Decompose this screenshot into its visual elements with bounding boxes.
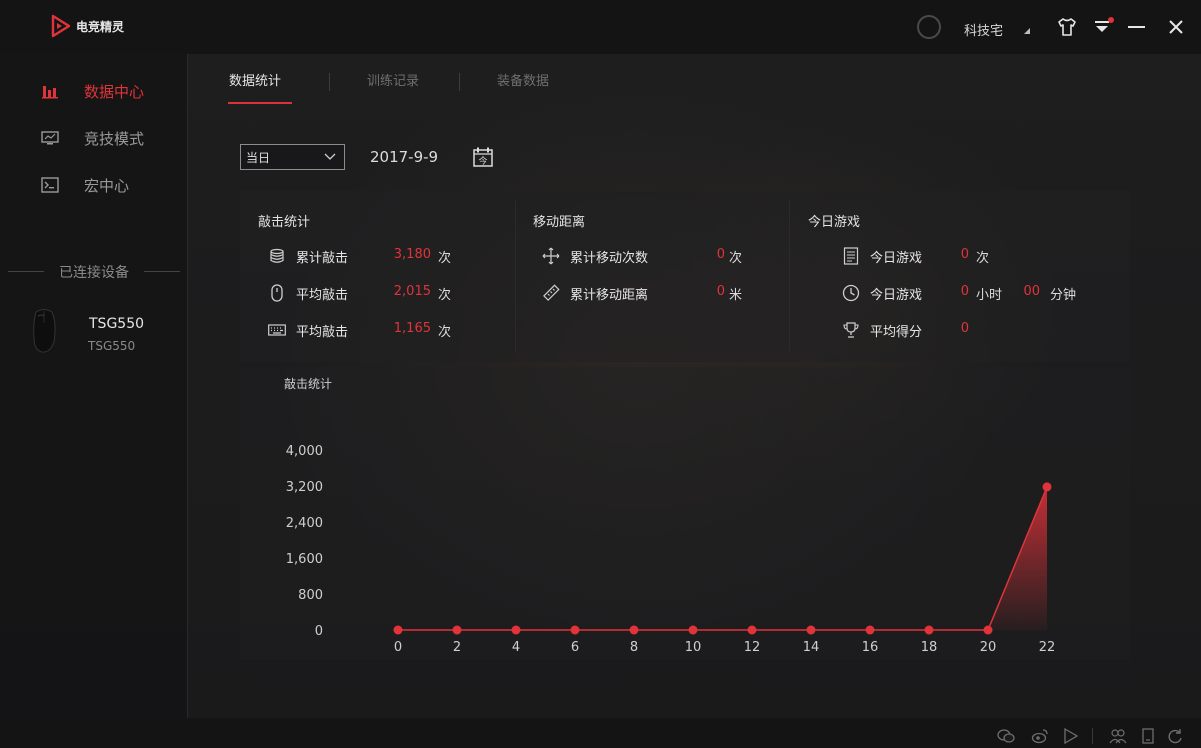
device-icon[interactable]	[1139, 727, 1157, 745]
refresh-icon[interactable]	[1166, 727, 1184, 745]
keystroke-chart: 4,000 3,200 2,400 1,600 800 0 0 2 4 6 8 10 12 14 16 18…	[286, 444, 1056, 655]
data-point[interactable]	[393, 625, 403, 635]
x-tick-label: 4	[512, 640, 520, 655]
x-tick-label: 10	[685, 640, 702, 655]
data-point[interactable]	[629, 625, 639, 635]
series-area	[398, 486, 1047, 630]
x-tick-label: 2	[453, 640, 461, 655]
footer-divider	[1092, 728, 1093, 744]
share-icon[interactable]	[1062, 727, 1080, 745]
x-tick-label: 8	[630, 640, 638, 655]
x-tick-label: 14	[803, 640, 820, 655]
data-point[interactable]	[511, 625, 521, 635]
y-tick-label: 1,600	[286, 552, 323, 567]
y-tick-label: 3,200	[286, 480, 323, 495]
y-tick-label: 0	[315, 624, 323, 639]
data-point[interactable]	[924, 625, 934, 635]
x-tick-label: 6	[571, 640, 579, 655]
x-tick-label: 22	[1039, 640, 1056, 655]
data-point[interactable]	[688, 625, 698, 635]
x-tick-label: 20	[980, 640, 997, 655]
data-point[interactable]	[570, 625, 580, 635]
x-tick-label: 18	[921, 640, 938, 655]
y-tick-label: 2,400	[286, 516, 323, 531]
x-tick-label: 12	[744, 640, 761, 655]
data-point[interactable]	[747, 625, 757, 635]
wechat-icon[interactable]	[997, 727, 1015, 745]
x-tick-label: 16	[862, 640, 879, 655]
footer-bar	[0, 718, 1201, 748]
series-line	[398, 486, 1048, 631]
x-tick-label: 0	[394, 640, 402, 655]
data-point[interactable]	[983, 625, 993, 635]
data-point[interactable]	[452, 625, 462, 635]
data-point[interactable]	[806, 625, 816, 635]
data-point[interactable]	[1042, 482, 1052, 492]
y-tick-label: 4,000	[286, 444, 323, 459]
y-tick-label: 800	[298, 588, 323, 603]
team-icon[interactable]	[1109, 727, 1127, 745]
weibo-icon[interactable]	[1031, 727, 1049, 745]
data-point[interactable]	[865, 625, 875, 635]
